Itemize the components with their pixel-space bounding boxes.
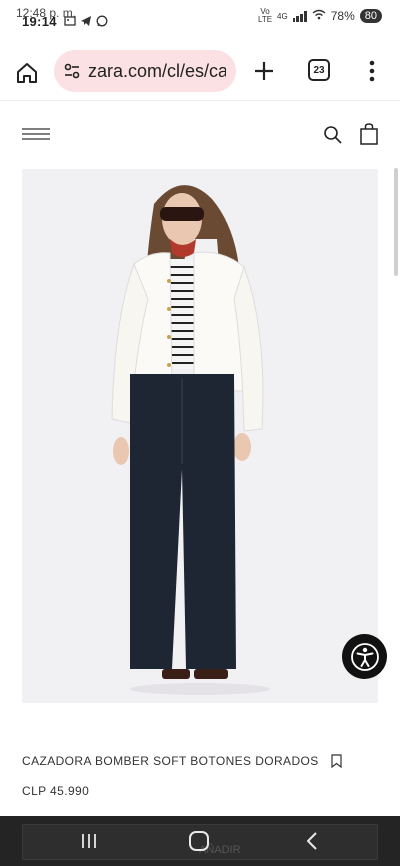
product-image[interactable]	[22, 169, 378, 703]
volte-indicator: Vo LTE	[257, 7, 273, 24]
status-time: 19:14	[22, 14, 57, 29]
notification-icons	[64, 14, 108, 27]
signal-icon	[292, 10, 307, 22]
shopping-bag-icon[interactable]	[358, 122, 380, 146]
product-price: CLP 45.990	[22, 784, 90, 798]
more-options-icon[interactable]	[364, 58, 380, 84]
bookmark-icon[interactable]	[331, 754, 342, 769]
battery-icon: 80	[359, 9, 382, 23]
product-name[interactable]: CAZADORA BOMBER SOFT BOTONES DORADOS	[22, 754, 319, 768]
wifi-icon	[312, 9, 326, 23]
search-icon[interactable]	[322, 124, 344, 146]
status-bar: 12:48 p. m. 19:14 Vo LTE 4G 78% 80	[0, 0, 400, 40]
telegram-icon	[80, 14, 92, 26]
new-tab-icon[interactable]	[252, 59, 276, 83]
accessibility-icon	[350, 642, 379, 671]
system-nav-bar: AÑADIR	[0, 816, 400, 866]
gallery-icon	[64, 14, 76, 26]
address-bar[interactable]: zara.com/cl/es/ca	[54, 50, 236, 92]
battery-percent: 78%	[330, 9, 355, 23]
site-settings-icon[interactable]	[62, 61, 82, 81]
accessibility-button[interactable]	[342, 634, 387, 679]
whatsapp-icon	[96, 14, 108, 27]
browser-toolbar: zara.com/cl/es/ca 23	[0, 44, 400, 101]
system-status: Vo LTE 4G 78% 80	[258, 8, 382, 24]
tab-switcher-button[interactable]: 23	[308, 59, 330, 81]
model-illustration	[111, 185, 270, 695]
scrollbar-thumb[interactable]	[394, 168, 398, 276]
hamburger-menu-icon[interactable]	[22, 126, 50, 142]
home-icon[interactable]	[14, 60, 40, 86]
url-text[interactable]: zara.com/cl/es/ca	[88, 61, 226, 82]
back-icon[interactable]	[302, 831, 322, 851]
recent-apps-icon[interactable]	[80, 832, 98, 850]
network-gen: 4G	[277, 11, 288, 21]
home-nav-icon[interactable]	[189, 831, 209, 851]
